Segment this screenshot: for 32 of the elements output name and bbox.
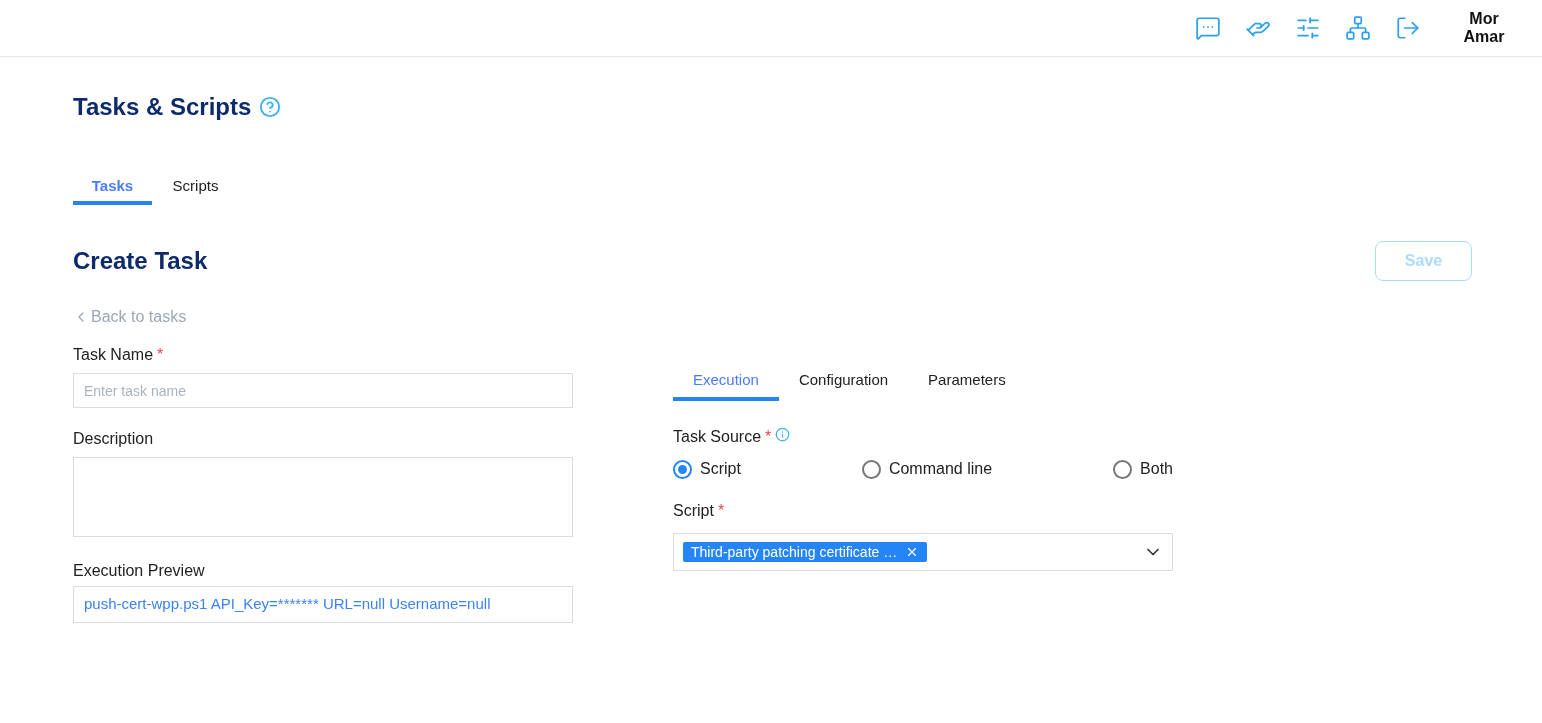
required-mark: * — [157, 345, 164, 365]
field-label: Task Name — [73, 345, 154, 365]
tab[interactable]: Scripts — [152, 171, 239, 205]
radio-label[interactable]: Command line — [888, 457, 993, 481]
tab[interactable]: Parameters — [908, 363, 1026, 401]
info-icon[interactable] — [775, 426, 791, 442]
sliders-icon[interactable] — [1294, 14, 1322, 42]
script-select[interactable]: Third-party patching certificate … — [673, 533, 1173, 571]
radio-button[interactable] — [1113, 459, 1133, 479]
field-label: Task Source — [673, 427, 762, 447]
page-title: Tasks & Scripts — [73, 92, 252, 122]
radio-label[interactable]: Script — [700, 457, 741, 481]
radio-label[interactable]: Both — [1140, 457, 1173, 481]
field-label: Description — [73, 429, 154, 449]
tab[interactable]: Execution — [673, 363, 779, 401]
tab[interactable]: Configuration — [778, 363, 909, 401]
form-title: Create Task — [73, 246, 208, 276]
task-name-field[interactable]: Enter task name — [73, 373, 573, 408]
execution-preview-field: push-cert-wpp.ps1 API_Key=******* URL=null Username=null — [73, 586, 573, 623]
field-label: Script — [673, 501, 714, 521]
tab[interactable]: Tasks — [73, 171, 152, 205]
network-icon[interactable] — [1344, 14, 1372, 42]
radio-button[interactable] — [861, 459, 881, 479]
selected-script-tag: Third-party patching certificate … — [683, 542, 928, 562]
description-field[interactable] — [73, 457, 573, 537]
field-label: Execution Preview — [73, 561, 205, 581]
required-mark: * — [765, 427, 772, 447]
radio-button[interactable] — [673, 459, 692, 479]
required-mark: * — [717, 501, 725, 521]
help-icon[interactable] — [259, 96, 282, 118]
help-chat-icon[interactable] — [1194, 14, 1222, 42]
user-name[interactable]: Mor Amar — [1462, 10, 1506, 46]
